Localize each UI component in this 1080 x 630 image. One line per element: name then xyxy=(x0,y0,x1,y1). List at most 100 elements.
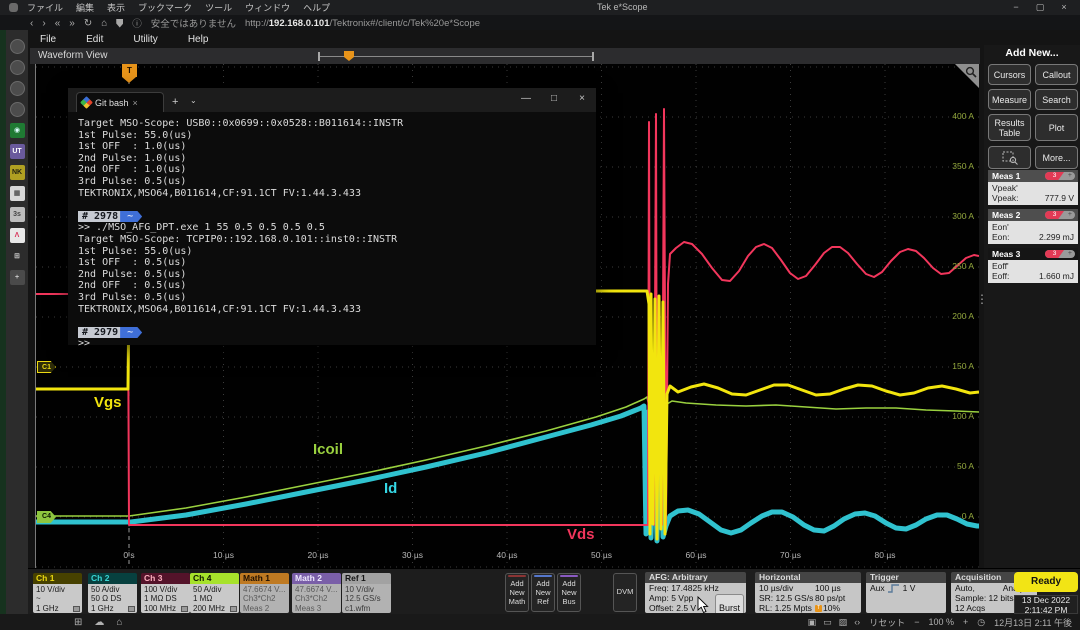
terminal-titlebar[interactable]: Git bash × + ⌄ — □ × xyxy=(68,88,596,112)
new-tab-button[interactable]: + xyxy=(172,96,178,108)
terminal-line: >> xyxy=(78,338,596,350)
scope-menu-edit[interactable]: Edit xyxy=(86,34,103,45)
panel-add-icon[interactable]: + xyxy=(10,270,25,285)
panel-qr-icon[interactable]: ▦ xyxy=(10,186,25,201)
scope-menu-help[interactable]: Help xyxy=(188,34,209,45)
meas-1-badge[interactable]: Meas 13+ Vpeak'Vpeak:777.9 V xyxy=(988,170,1078,205)
zoom-out-button[interactable]: − xyxy=(914,617,919,627)
scope-menu-file[interactable]: File xyxy=(40,34,56,45)
tiling-icon[interactable]: ▭ xyxy=(823,617,832,628)
web-panel-4-icon[interactable] xyxy=(10,102,25,117)
browser-menu-6[interactable]: ヘルプ xyxy=(303,1,330,14)
tab-close-icon[interactable]: × xyxy=(133,98,138,108)
capture-icon[interactable]: ▣ xyxy=(808,617,817,628)
zoom-mode-button[interactable] xyxy=(988,146,1031,169)
add-measure-button[interactable]: Measure xyxy=(988,89,1031,110)
afg-panel[interactable]: AFG: Arbitrary Freq: 17.4825 kHz Amp: 5 … xyxy=(645,572,746,613)
more-button[interactable]: More... xyxy=(1035,146,1078,169)
zoom-level[interactable]: 100 % xyxy=(928,617,954,627)
badge-ch1[interactable]: Ch 110 V/div~1 GHz xyxy=(33,573,82,613)
add-results-table-button[interactable]: Results Table xyxy=(988,114,1031,141)
info-icon[interactable]: ⓘ xyxy=(132,16,142,30)
zoom-reset-button[interactable]: リセット xyxy=(869,616,905,629)
terminal-close-button[interactable]: × xyxy=(568,88,596,110)
security-label: 安全ではありません xyxy=(151,16,236,30)
badge-math2[interactable]: Math 247.6674 V...Ch3*Ch2Meas 3 xyxy=(292,573,341,613)
minimize-button[interactable]: − xyxy=(1004,0,1028,15)
waveform-view-tab[interactable]: Waveform View xyxy=(38,50,107,61)
terminal-line: # 2978~ xyxy=(78,211,596,223)
meas-2-badge[interactable]: Meas 23+ Eon'Eon:2.299 mJ xyxy=(988,209,1078,244)
add-new-math-button[interactable]: AddNewMath xyxy=(505,573,529,612)
badge-math1[interactable]: Math 147.6674 V...Ch3*Ch2Meas 2 xyxy=(240,573,289,613)
terminal-window[interactable]: Git bash × + ⌄ — □ × Target MSO-Scope: U… xyxy=(68,88,596,345)
statusbar-left-icons: ⊞ ☁ ⌂ xyxy=(74,617,122,628)
terminal-line: >> ./MSO_AFG_DPT.exe 1 55 0.5 0.5 0.5 0.… xyxy=(78,222,596,234)
screen: ファイル編集表示ブックマークツールウィンドウヘルプ Tek e*Scope − … xyxy=(0,0,1080,630)
browser-menu-2[interactable]: 表示 xyxy=(107,1,125,14)
rewind-icon[interactable]: « xyxy=(55,18,61,29)
horizontal-position-scrollbar[interactable] xyxy=(318,52,594,61)
meas-2-value: 2.299 mJ xyxy=(1039,232,1074,242)
panel-toggle-icon[interactable]: ⊞ xyxy=(74,617,82,628)
dvm-button[interactable]: DVM xyxy=(613,573,637,612)
web-panel-2-icon[interactable] xyxy=(10,60,25,75)
browser-menu-3[interactable]: ブックマーク xyxy=(138,1,192,14)
zoom-in-button[interactable]: + xyxy=(963,617,968,627)
active-panel-icon[interactable]: ◉ xyxy=(10,123,25,138)
images-toggle-icon[interactable]: ▨ xyxy=(839,617,848,628)
tab-dropdown-icon[interactable]: ⌄ xyxy=(190,96,197,105)
panel-3s-icon[interactable]: 3s xyxy=(10,207,25,222)
x-axis-tick: 70 µs xyxy=(774,550,808,560)
panel-grid-icon[interactable]: ⊞ xyxy=(10,249,25,264)
add-cursors-button[interactable]: Cursors xyxy=(988,64,1031,85)
browser-menu-1[interactable]: 編集 xyxy=(76,1,94,14)
terminal-output[interactable]: Target MSO-Scope: USB0::0x0699::0x0528::… xyxy=(68,112,596,345)
maximize-button[interactable]: ▢ xyxy=(1028,0,1052,15)
reload-icon[interactable]: ↻ xyxy=(84,18,92,29)
browser-menu-4[interactable]: ツール xyxy=(205,1,232,14)
add-plot-button[interactable]: Plot xyxy=(1035,114,1078,141)
panel-nk-icon[interactable]: NK xyxy=(10,165,25,180)
badge-ch4[interactable]: Ch 450 A/div1 MΩ200 MHz xyxy=(190,573,239,613)
web-panel-1-icon[interactable] xyxy=(10,39,25,54)
forward-icon[interactable]: › xyxy=(42,18,45,29)
badge-ref1[interactable]: Ref 110 V/div12.5 GS/sc1.wfm xyxy=(342,573,391,613)
back-icon[interactable]: ‹ xyxy=(30,18,33,29)
trigger-panel[interactable]: Trigger Aux1 V xyxy=(866,572,946,613)
badge-ch3[interactable]: Ch 3100 V/div1 MΩ DS100 MHz xyxy=(141,573,190,613)
add-new-ref-button[interactable]: AddNewRef xyxy=(531,573,555,612)
home-icon[interactable]: ⌂ xyxy=(116,617,122,628)
browser-menu-5[interactable]: ウィンドウ xyxy=(245,1,290,14)
browser-logo-icon[interactable] xyxy=(9,3,18,12)
fast-forward-icon[interactable]: » xyxy=(69,18,75,29)
add-new-bus-button[interactable]: AddNewBus xyxy=(557,573,581,612)
home-icon[interactable]: ⌂ xyxy=(101,18,107,29)
url-field[interactable]: http://192.168.0.101/Tektronix#/client/c… xyxy=(245,18,480,29)
horizontal-panel[interactable]: Horizontal 10 µs/div SR: 12.5 GS/s RL: 1… xyxy=(755,572,861,613)
badge-row: 50 A/div xyxy=(91,585,135,594)
burst-button[interactable]: Burst xyxy=(715,594,744,613)
close-button[interactable]: × xyxy=(1052,0,1076,15)
browser-menu-0[interactable]: ファイル xyxy=(27,1,63,14)
terminal-tab[interactable]: Git bash × xyxy=(76,92,164,112)
scope-menu-utility[interactable]: Utility xyxy=(133,34,157,45)
panel-ut-icon[interactable]: UT xyxy=(10,144,25,159)
trigger-flag-icon[interactable]: T xyxy=(122,64,137,77)
panel-a-icon[interactable]: Λ xyxy=(10,228,25,243)
badge-ch2[interactable]: Ch 250 A/div50 Ω DS1 GHz xyxy=(88,573,137,613)
web-panel-3-icon[interactable] xyxy=(10,81,25,96)
trace-label-vgs: Vgs xyxy=(94,394,122,411)
browser-menus: ファイル編集表示ブックマークツールウィンドウヘルプ xyxy=(0,1,330,14)
terminal-minimize-button[interactable]: — xyxy=(512,88,540,110)
terminal-maximize-button[interactable]: □ xyxy=(540,88,568,110)
meas-3-badge[interactable]: Meas 33+ Eoff'Eoff:1.660 mJ xyxy=(988,248,1078,283)
label-line: Add xyxy=(558,579,580,588)
badge-row: 100 MHz xyxy=(144,604,188,613)
add-callout-button[interactable]: Callout xyxy=(1035,64,1078,85)
add-search-button[interactable]: Search xyxy=(1035,89,1078,110)
page-actions-icon[interactable]: ‹› xyxy=(854,617,860,628)
meas-source-pill: 3+ xyxy=(1045,250,1075,258)
trigger-position-marker[interactable] xyxy=(344,51,354,61)
sync-cloud-icon[interactable]: ☁ xyxy=(94,617,104,628)
